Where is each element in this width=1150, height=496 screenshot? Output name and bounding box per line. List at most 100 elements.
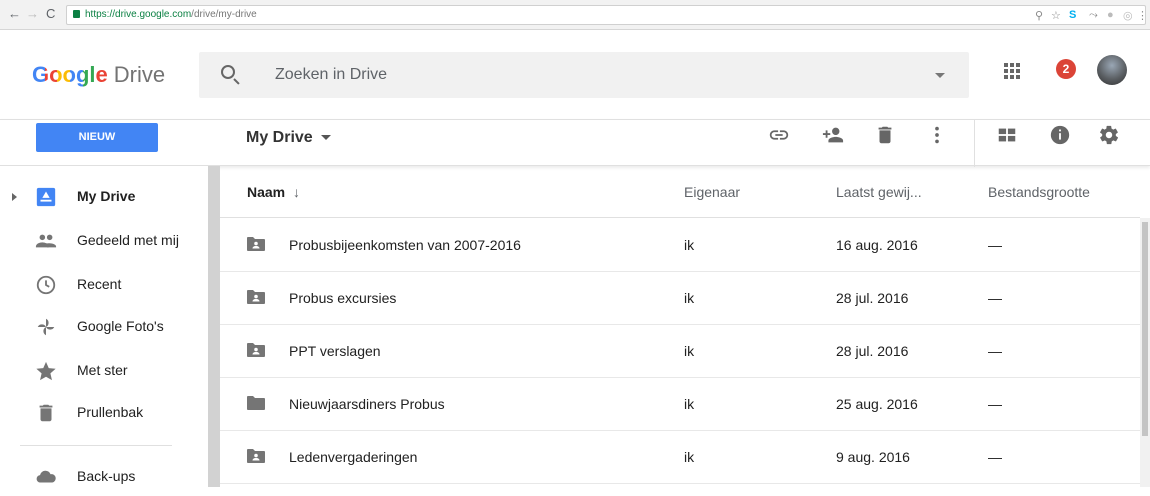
table-row[interactable]: Nieuwjaarsdiners Probus ik 25 aug. 2016 …	[220, 378, 1140, 431]
file-owner: ik	[684, 396, 695, 412]
chevron-down-icon	[320, 135, 331, 141]
search-icon[interactable]	[221, 65, 235, 79]
column-label: Naam	[247, 184, 286, 200]
clock-icon	[36, 275, 56, 295]
search-input[interactable]	[275, 63, 875, 87]
file-owner: ik	[684, 290, 695, 306]
file-list: Naam ↓ Eigenaar Laatst gewij... Bestands…	[220, 166, 1140, 487]
browser-chrome: ← → C https://drive.google.com/drive/my-…	[0, 0, 1150, 30]
sidebar-item-trash[interactable]: Prullenbak	[0, 392, 200, 432]
new-button[interactable]: NIEUW	[36, 123, 158, 152]
shared-folder-icon	[247, 449, 265, 463]
file-modified: 28 jul. 2016	[836, 343, 909, 359]
file-size: —	[988, 449, 1002, 465]
avatar[interactable]	[1097, 55, 1127, 85]
shared-people-icon	[35, 234, 57, 248]
sidebar-item-label: Google Foto's	[77, 318, 164, 334]
settings-gear-icon[interactable]	[1098, 124, 1120, 146]
drive-logo[interactable]: Google Drive	[32, 62, 165, 88]
scrollbar-thumb[interactable]	[1142, 222, 1148, 436]
file-size: —	[988, 290, 1002, 306]
logo-drive: Drive	[113, 62, 166, 87]
more-vert-icon[interactable]	[926, 124, 948, 146]
info-icon[interactable]	[1049, 124, 1071, 146]
zoom-icon[interactable]: ⚲	[1035, 9, 1043, 22]
file-owner: ik	[684, 343, 695, 359]
trash-icon[interactable]	[874, 124, 896, 146]
main-scrollbar[interactable]	[1140, 218, 1150, 487]
file-name: Ledenvergaderingen	[289, 449, 418, 465]
sidebar-scrollbar[interactable]	[208, 166, 220, 487]
column-header-modified[interactable]: Laatst gewij...	[836, 184, 922, 200]
reload-icon[interactable]: C	[46, 6, 55, 21]
toolbar: NIEUW My Drive	[0, 119, 1150, 167]
sidebar-item-label: Back-ups	[77, 468, 136, 484]
sidebar-item-label: Gedeeld met mij	[77, 232, 179, 248]
notification-badge[interactable]: 2	[1056, 59, 1076, 79]
shared-folder-icon	[247, 343, 265, 357]
back-arrow-icon[interactable]: ←	[8, 6, 21, 21]
search-box[interactable]	[199, 52, 969, 98]
column-header-name[interactable]: Naam ↓	[247, 184, 300, 200]
shared-folder-icon	[247, 290, 265, 304]
sidebar-item-label: Met ster	[77, 362, 128, 378]
table-row[interactable]: PPT verslagen ik 28 jul. 2016 —	[220, 325, 1140, 378]
sidebar-item-label: Prullenbak	[77, 404, 144, 420]
file-owner: ik	[684, 237, 695, 253]
sidebar-item-shared[interactable]: Gedeeld met mij	[0, 220, 200, 260]
search-options-icon[interactable]	[935, 73, 945, 78]
file-name: Probusbijeenkomsten van 2007-2016	[289, 237, 521, 253]
file-size: —	[988, 343, 1002, 359]
drive-icon	[36, 187, 56, 207]
extension-icon[interactable]: ⤳	[1089, 9, 1098, 22]
lock-icon	[73, 10, 80, 18]
skype-extension-icon[interactable]: S	[1069, 9, 1076, 21]
sidebar-item-starred[interactable]: Met ster	[0, 350, 200, 390]
file-name: Probus excursies	[289, 290, 397, 306]
extension-icon[interactable]: ●	[1107, 9, 1114, 21]
bookmark-star-icon[interactable]: ☆	[1051, 9, 1061, 22]
sort-arrow-down-icon[interactable]: ↓	[293, 184, 300, 200]
shared-folder-icon	[247, 237, 265, 251]
add-person-icon[interactable]	[822, 124, 844, 146]
folder-icon	[247, 396, 265, 410]
star-icon	[36, 361, 56, 381]
grid-view-icon[interactable]	[996, 124, 1018, 146]
sidebar-item-recent[interactable]: Recent	[0, 264, 200, 304]
sidebar-item-label: Recent	[77, 276, 122, 292]
expand-arrow-icon[interactable]	[12, 193, 17, 201]
address-url: https://drive.google.com/drive/my-drive	[85, 9, 257, 20]
photos-pinwheel-icon	[37, 318, 55, 336]
file-modified: 28 jul. 2016	[836, 290, 909, 306]
table-row[interactable]: Probusbijeenkomsten van 2007-2016 ik 16 …	[220, 219, 1140, 272]
list-header: Naam ↓ Eigenaar Laatst gewij... Bestands…	[220, 166, 1140, 218]
logo-google: Google	[32, 62, 108, 87]
column-header-size[interactable]: Bestandsgrootte	[988, 184, 1090, 200]
sidebar-item-my-drive[interactable]: My Drive	[0, 176, 200, 216]
table-row[interactable]: Probus excursies ik 28 jul. 2016 —	[220, 272, 1140, 325]
url-host: https://drive.google.com	[85, 9, 192, 20]
file-modified: 25 aug. 2016	[836, 396, 918, 412]
file-name: PPT verslagen	[289, 343, 381, 359]
breadcrumb-label: My Drive	[246, 129, 313, 146]
toolbar-divider	[974, 120, 975, 167]
sidebar-divider	[20, 445, 172, 446]
file-modified: 16 aug. 2016	[836, 237, 918, 253]
column-header-owner[interactable]: Eigenaar	[684, 184, 740, 200]
breadcrumb[interactable]: My Drive	[246, 129, 331, 147]
file-name: Nieuwjaarsdiners Probus	[289, 396, 445, 412]
browser-menu-icon[interactable]: ⋮	[1137, 9, 1148, 22]
forward-arrow-icon[interactable]: →	[26, 6, 39, 21]
url-path: /drive/my-drive	[191, 9, 257, 20]
file-size: —	[988, 396, 1002, 412]
sidebar-item-label: My Drive	[77, 188, 136, 204]
sidebar-item-photos[interactable]: Google Foto's	[0, 306, 200, 346]
apps-grid-icon[interactable]	[1004, 63, 1020, 79]
address-bar[interactable]: https://drive.google.com/drive/my-drive …	[66, 5, 1148, 25]
sidebar-item-backups[interactable]: Back-ups	[0, 456, 200, 496]
table-row[interactable]: Ledenvergaderingen ik 9 aug. 2016 —	[220, 431, 1140, 484]
file-owner: ik	[684, 449, 695, 465]
file-modified: 9 aug. 2016	[836, 449, 910, 465]
extension-icon[interactable]: ◎	[1123, 9, 1133, 22]
link-icon[interactable]	[768, 124, 790, 146]
